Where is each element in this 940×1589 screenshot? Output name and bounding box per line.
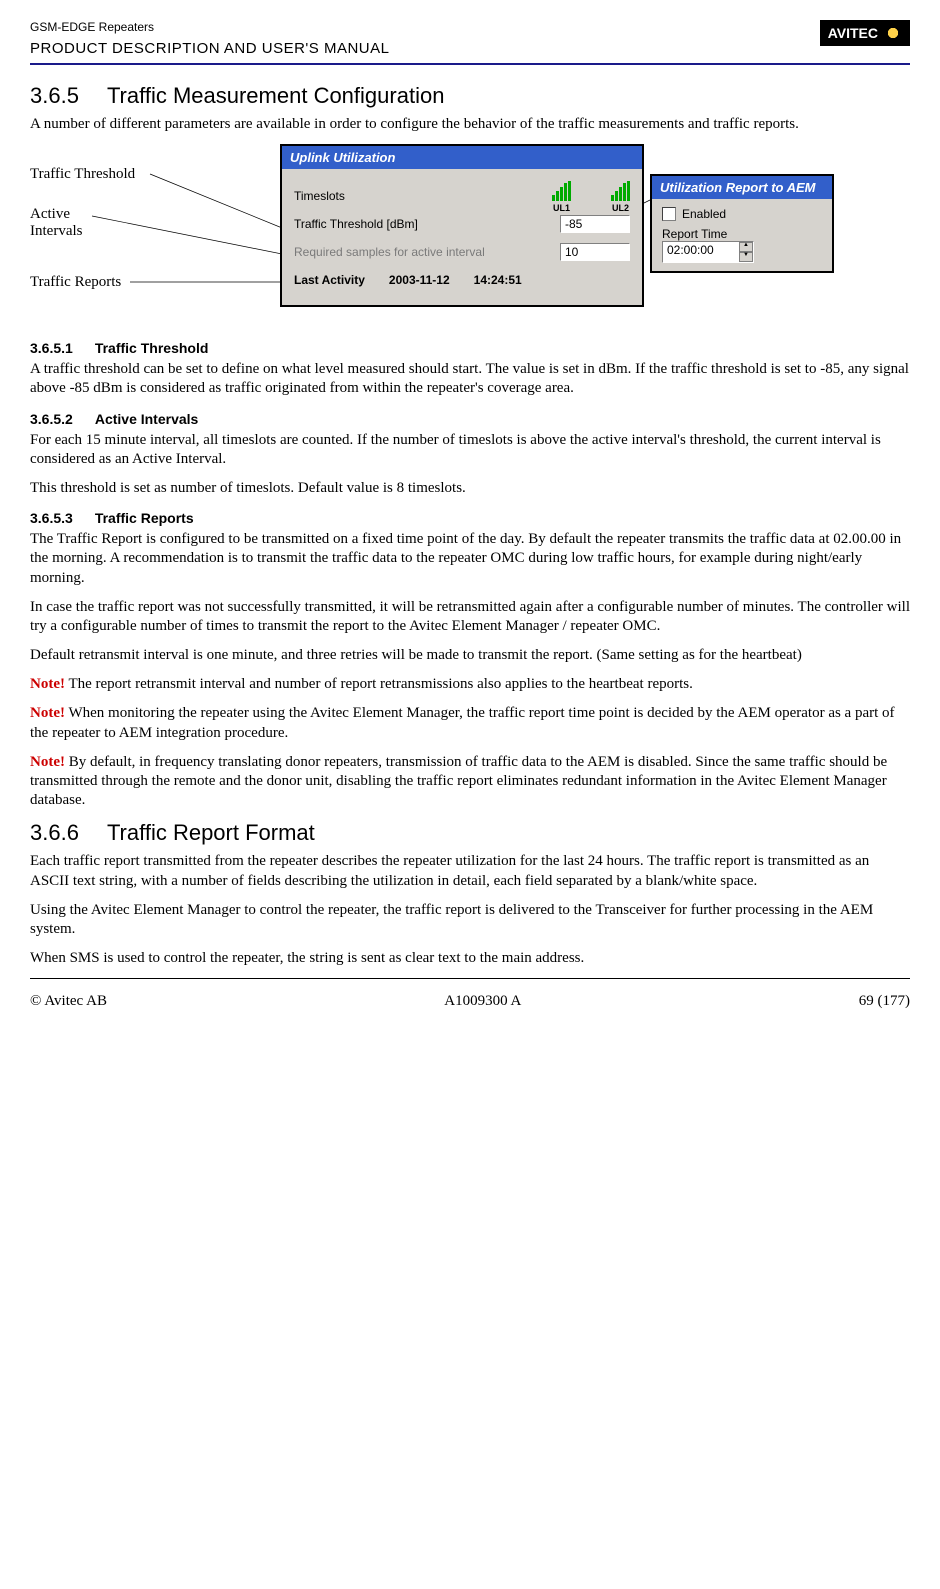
section-3652-heading: 3.6.5.2 Active Intervals: [30, 411, 910, 427]
note-text: The report retransmit interval and numbe…: [65, 676, 693, 692]
samples-row: Required samples for active interval 10: [294, 241, 630, 263]
last-activity-label: Last Activity: [294, 273, 365, 287]
ul1-group: UL1: [552, 179, 571, 213]
threshold-input[interactable]: -85: [560, 215, 630, 233]
enabled-row: Enabled: [662, 207, 822, 221]
page-header: GSM-EDGE Repeaters PRODUCT DESCRIPTION A…: [30, 20, 910, 57]
section-number: 3.6.6: [30, 820, 79, 845]
footer-divider: [30, 978, 910, 979]
timeslots-label: Timeslots: [294, 189, 552, 203]
s366-p2: Using the Avitec Element Manager to cont…: [30, 901, 910, 939]
threshold-label: Traffic Threshold [dBm]: [294, 217, 560, 231]
section-365-heading: 3.6.5 Traffic Measurement Configuration: [30, 83, 910, 109]
report-time-value: 02:00:00: [663, 242, 739, 262]
s366-p1: Each traffic report transmitted from the…: [30, 852, 910, 890]
avitec-logo: AVITEC: [820, 20, 910, 46]
note-text: When monitoring the repeater using the A…: [30, 705, 895, 740]
section-number: 3.6.5.3: [30, 510, 73, 526]
s3653-note2: Note! When monitoring the repeater using…: [30, 704, 910, 742]
note-label: Note!: [30, 705, 65, 721]
section-365-intro: A number of different parameters are ava…: [30, 115, 910, 134]
section-title: Traffic Measurement Configuration: [107, 83, 445, 108]
header-left: GSM-EDGE Repeaters PRODUCT DESCRIPTION A…: [30, 20, 389, 57]
timeslot-bars: UL1 UL2: [552, 179, 630, 213]
report-time-input[interactable]: 02:00:00 ▲ ▼: [662, 241, 754, 263]
section-title: Active Intervals: [95, 411, 199, 427]
uplink-utilization-panel: Uplink Utilization Timeslots UL1 UL2 Tra…: [280, 144, 644, 307]
header-divider: [30, 63, 910, 65]
ul1-label: UL1: [553, 203, 570, 213]
page-footer: © Avitec AB A1009300 A 69 (177): [30, 993, 910, 1010]
s3652-p2: This threshold is set as number of times…: [30, 479, 910, 498]
section-title: Traffic Threshold: [95, 340, 209, 356]
footer-docnum: A1009300 A: [444, 993, 521, 1010]
logo-text: AVITEC: [828, 25, 878, 41]
report-time-label: Report Time: [662, 227, 822, 241]
section-number: 3.6.5: [30, 83, 79, 108]
footer-page: 69 (177): [859, 993, 910, 1010]
section-3653-heading: 3.6.5.3 Traffic Reports: [30, 510, 910, 526]
note-label: Note!: [30, 676, 65, 692]
sun-icon: [884, 24, 902, 42]
s366-p3: When SMS is used to control the repeater…: [30, 949, 910, 968]
enabled-checkbox[interactable]: [662, 207, 676, 221]
uplink-panel-title: Uplink Utilization: [282, 146, 642, 169]
s3653-p2: In case the traffic report was not succe…: [30, 598, 910, 636]
section-number: 3.6.5.2: [30, 411, 73, 427]
section-366-heading: 3.6.6 Traffic Report Format: [30, 820, 910, 846]
manual-title: PRODUCT DESCRIPTION AND USER'S MANUAL: [30, 40, 389, 57]
section-title: Traffic Reports: [95, 510, 194, 526]
section-3651-heading: 3.6.5.1 Traffic Threshold: [30, 340, 910, 356]
samples-label: Required samples for active interval: [294, 245, 560, 259]
footer-copyright: © Avitec AB: [30, 993, 107, 1010]
last-activity-date: 2003-11-12: [389, 273, 450, 287]
utilization-report-panel: Utilization Report to AEM Enabled Report…: [650, 174, 834, 273]
spin-down-icon[interactable]: ▼: [739, 252, 753, 262]
timeslots-row: Timeslots UL1 UL2: [294, 185, 630, 207]
s3653-p3: Default retransmit interval is one minut…: [30, 646, 910, 665]
s3652-p1: For each 15 minute interval, all timeslo…: [30, 431, 910, 469]
enabled-label: Enabled: [682, 207, 726, 221]
threshold-row: Traffic Threshold [dBm] -85: [294, 213, 630, 235]
report-panel-title: Utilization Report to AEM: [652, 176, 832, 199]
ul2-group: UL2: [611, 179, 630, 213]
ul2-label: UL2: [612, 203, 629, 213]
spin-up-icon[interactable]: ▲: [739, 242, 753, 252]
section-number: 3.6.5.1: [30, 340, 73, 356]
s3653-p1: The Traffic Report is configured to be t…: [30, 530, 910, 588]
section-title: Traffic Report Format: [107, 820, 315, 845]
uplink-panel-body: Timeslots UL1 UL2 Traffic Threshold [dBm…: [282, 169, 642, 305]
note-text: By default, in frequency translating don…: [30, 754, 887, 808]
s3653-note1: Note! The report retransmit interval and…: [30, 675, 910, 694]
s3651-p1: A traffic threshold can be set to define…: [30, 360, 910, 398]
samples-input[interactable]: 10: [560, 243, 630, 261]
last-activity-time: 14:24:51: [474, 273, 522, 287]
product-model: GSM-EDGE Repeaters: [30, 20, 389, 34]
report-panel-body: Enabled Report Time 02:00:00 ▲ ▼: [652, 199, 832, 271]
time-spinner[interactable]: ▲ ▼: [739, 242, 753, 262]
s3653-note3: Note! By default, in frequency translati…: [30, 753, 910, 811]
config-figure: Traffic Threshold Active Intervals Traff…: [30, 144, 910, 324]
note-label: Note!: [30, 754, 65, 770]
last-activity-row: Last Activity 2003-11-12 14:24:51: [294, 269, 630, 291]
